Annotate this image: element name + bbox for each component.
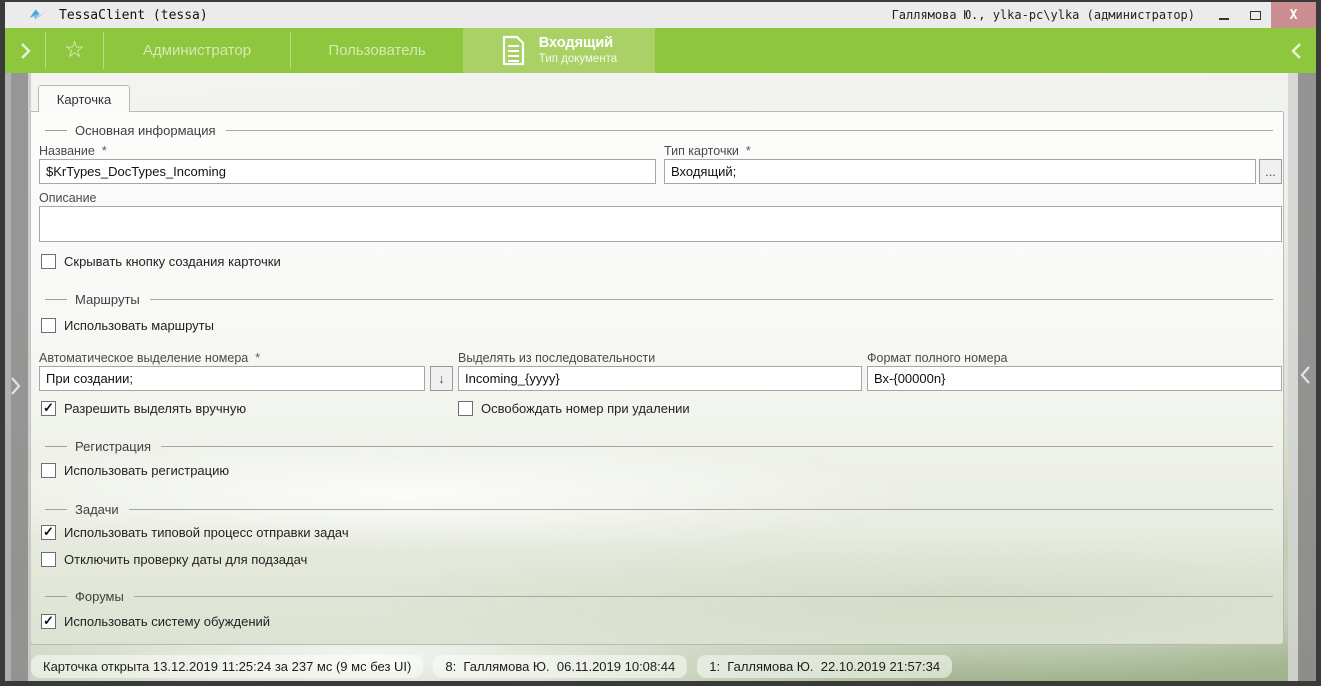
section-routes: Маршруты: [39, 291, 1273, 307]
use-routes-checkbox[interactable]: [41, 318, 56, 333]
card-type-input[interactable]: [664, 159, 1256, 184]
name-input[interactable]: [39, 159, 656, 184]
main-toolbar: ☆ Администратор Пользователь Входящий Ти…: [5, 28, 1316, 73]
title-bar: TessaClient (tessa) Галлямова Ю., ylka-p…: [5, 2, 1316, 28]
card-panel: Основная информация Название* Тип карточ…: [30, 111, 1284, 645]
auto-number-label: Автоматическое выделение номера*: [39, 351, 260, 365]
maximize-button[interactable]: [1239, 2, 1271, 28]
tab-administrator[interactable]: Администратор: [104, 28, 290, 73]
allow-manual-checkbox[interactable]: [41, 401, 56, 416]
typical-process-checkbox-row[interactable]: Использовать типовой процесс отправки за…: [41, 524, 349, 540]
tessa-bird-icon: [29, 7, 47, 23]
section-forums: Форумы: [39, 588, 1273, 604]
section-main-info: Основная информация: [39, 122, 1273, 138]
auto-number-input[interactable]: [39, 366, 425, 391]
number-format-label: Формат полного номера: [867, 351, 1008, 365]
right-panel-chevron-icon: [1300, 365, 1311, 385]
left-panel-chevron-icon: [10, 376, 21, 396]
status-modified: 8: Галлямова Ю. 06.11.2019 10:08:44: [433, 655, 687, 678]
disable-date-check-checkbox[interactable]: [41, 552, 56, 567]
minimize-button[interactable]: [1209, 2, 1239, 28]
use-discussions-checkbox[interactable]: [41, 614, 56, 629]
section-tasks: Задачи: [39, 501, 1273, 517]
right-panel-expander[interactable]: [1288, 73, 1316, 681]
section-registration: Регистрация: [39, 438, 1273, 454]
status-opened: Карточка открыта 13.12.2019 11:25:24 за …: [31, 655, 423, 678]
app-window: TessaClient (tessa) Галлямова Ю., ylka-p…: [0, 0, 1321, 686]
left-panel-expander[interactable]: [5, 73, 31, 681]
hide-create-button-checkbox-row[interactable]: Скрывать кнопку создания карточки: [41, 253, 281, 269]
sequence-input[interactable]: [458, 366, 862, 391]
typical-process-checkbox[interactable]: [41, 525, 56, 540]
active-tab-title: Входящий: [539, 34, 617, 52]
description-label: Описание: [39, 191, 97, 205]
number-format-input[interactable]: [867, 366, 1282, 391]
favorites-star-icon[interactable]: ☆: [46, 28, 103, 73]
release-number-checkbox[interactable]: [458, 401, 473, 416]
allow-manual-checkbox-row[interactable]: Разрешить выделять вручную: [41, 400, 246, 416]
toolbar-expand-chevron-icon[interactable]: [5, 28, 45, 73]
auto-number-dropdown-button[interactable]: ↓: [430, 366, 453, 391]
active-tab-subtitle: Тип документа: [539, 52, 617, 66]
tab-incoming-active[interactable]: Входящий Тип документа: [463, 28, 655, 73]
tab-user[interactable]: Пользователь: [291, 28, 463, 73]
disable-date-check-checkbox-row[interactable]: Отключить проверку даты для подзадач: [41, 551, 307, 567]
use-registration-checkbox[interactable]: [41, 463, 56, 478]
card-type-ellipsis-button[interactable]: ...: [1259, 159, 1282, 184]
window-title: TessaClient (tessa): [59, 8, 208, 23]
status-bar: Карточка открыта 13.12.2019 11:25:24 за …: [31, 651, 1284, 681]
use-routes-checkbox-row[interactable]: Использовать маршруты: [41, 317, 214, 333]
tab-card[interactable]: Карточка: [38, 85, 130, 112]
status-created: 1: Галлямова Ю. 22.10.2019 21:57:34: [697, 655, 952, 678]
card-type-label: Тип карточки*: [664, 144, 751, 158]
toolbar-collapse-chevron-icon[interactable]: [1278, 28, 1316, 73]
description-input[interactable]: [39, 206, 1282, 242]
hide-create-button-checkbox[interactable]: [41, 254, 56, 269]
document-icon: [501, 35, 526, 66]
name-label: Название*: [39, 144, 107, 158]
sequence-label: Выделять из последовательности: [458, 351, 655, 365]
release-number-checkbox-row[interactable]: Освобождать номер при удалении: [458, 400, 690, 416]
use-registration-checkbox-row[interactable]: Использовать регистрацию: [41, 462, 229, 478]
current-user-info: Галлямова Ю., ylka-pc\ylka (администрато…: [892, 8, 1195, 22]
close-button[interactable]: X: [1271, 2, 1316, 28]
use-discussions-checkbox-row[interactable]: Использовать систему обуждений: [41, 613, 270, 629]
